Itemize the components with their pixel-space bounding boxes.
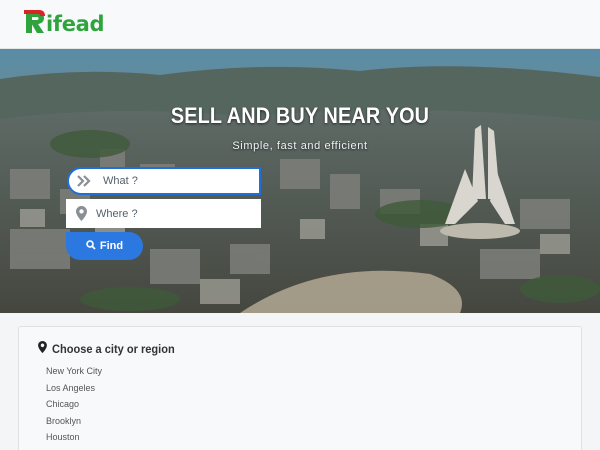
where-input[interactable] <box>96 207 246 220</box>
city-item-chicago[interactable]: Chicago <box>46 396 102 413</box>
map-pin-icon <box>66 199 96 228</box>
city-item-los-angeles[interactable]: Los Angeles <box>46 380 102 397</box>
city-item-new-york-city[interactable]: New York City <box>46 363 102 380</box>
hero-title: SELL AND BUY NEAR YOU <box>170 103 430 128</box>
region-card-title: Choose a city or region <box>52 342 175 356</box>
city-link[interactable]: Houston <box>46 432 80 442</box>
logo-r-mark <box>24 9 46 35</box>
search-icon <box>86 239 96 253</box>
what-field[interactable] <box>67 167 261 195</box>
logo[interactable]: ifead <box>24 9 105 36</box>
find-button-label: Find <box>99 240 124 252</box>
region-card-header: Choose a city or region <box>38 340 185 358</box>
city-item-houston[interactable]: Houston <box>46 429 102 446</box>
site-header: ifead <box>0 0 600 49</box>
city-list: New York City Los Angeles Chicago Brookl… <box>46 363 102 446</box>
hero-banner: SELL AND BUY NEAR YOU Simple, fast and e… <box>0 49 600 313</box>
logo-text: ifead <box>46 12 105 36</box>
what-input[interactable] <box>103 175 253 187</box>
where-field[interactable] <box>66 199 261 228</box>
find-button[interactable]: Find <box>66 232 143 260</box>
map-marker-icon <box>38 340 47 358</box>
hero-subtitle: Simple, fast and efficient <box>232 140 368 152</box>
region-card: Choose a city or region New York City Lo… <box>18 326 582 450</box>
city-link[interactable]: New York City <box>46 366 102 376</box>
double-chevron-right-icon <box>69 169 99 193</box>
city-link[interactable]: Chicago <box>46 399 79 409</box>
city-link[interactable]: Los Angeles <box>46 383 95 393</box>
city-item-brooklyn[interactable]: Brooklyn <box>46 413 102 430</box>
city-link[interactable]: Brooklyn <box>46 416 81 426</box>
